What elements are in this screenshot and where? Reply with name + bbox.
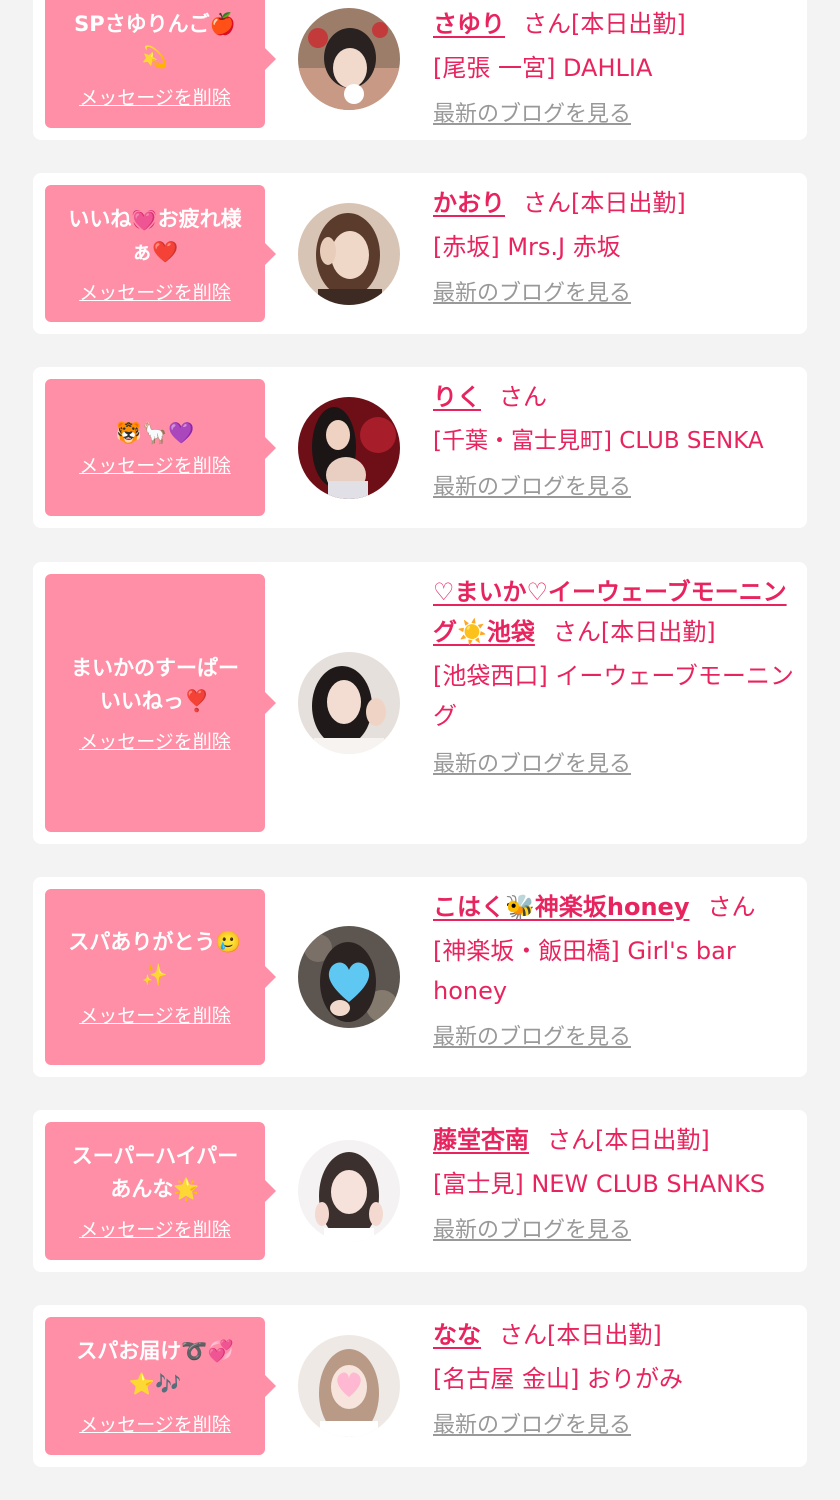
- name-suffix: さん[本日出勤]: [547, 1126, 710, 1154]
- latest-blog-link[interactable]: 最新のブログを見る: [433, 1023, 631, 1053]
- name-suffix: さん[本日出勤]: [499, 1321, 662, 1349]
- name-link[interactable]: なな: [433, 1321, 481, 1349]
- message-line: いいねっ❣️: [99, 689, 211, 713]
- list-item: スパありがとう🥲 ✨ メッセージを削除 こはく🐝神楽坂honey さん [神楽坂・…: [33, 877, 807, 1077]
- message-bubble: スパお届け➰💞 ⭐🎶 メッセージを削除: [45, 1317, 276, 1455]
- name-link[interactable]: りく: [433, 383, 481, 411]
- entry-info: ♡まいか♡イーウェーブモーニング☀️池袋 さん[本日出勤] [池袋西口] イーウェ…: [433, 572, 797, 780]
- name-line: 藤堂杏南 さん[本日出勤]: [433, 1120, 797, 1160]
- message-bubble: 🐯🦙💜 メッセージを削除: [45, 379, 276, 516]
- avatar-photo: [298, 1140, 400, 1242]
- shop-label: [名古屋 金山] おりがみ: [433, 1365, 683, 1393]
- message-text: SPさゆりんご🍎 💫: [74, 8, 236, 74]
- message-line: 🐯🦙💜: [115, 421, 195, 445]
- name-line: かおり さん[本日出勤]: [433, 183, 797, 223]
- list-item: スパお届け➰💞 ⭐🎶 メッセージを削除 なな さん[本日出勤] [名古屋 金山] …: [33, 1305, 807, 1467]
- message-line: ✨: [141, 963, 169, 987]
- avatar[interactable]: [298, 8, 400, 110]
- message-text: まいかのすーぱー いいねっ❣️: [71, 652, 239, 718]
- entry-info: かおり さん[本日出勤] [赤坂] Mrs.J 赤坂 最新のブログを見る: [433, 183, 797, 309]
- latest-blog-link[interactable]: 最新のブログを見る: [433, 473, 631, 503]
- message-text: いいね💓お疲れ様 ぁ❤️: [68, 203, 241, 269]
- name-line: さゆり さん[本日出勤]: [433, 4, 797, 44]
- name-link[interactable]: 藤堂杏南: [433, 1126, 529, 1154]
- name-line: りく さん: [433, 377, 797, 417]
- entry-info: こはく🐝神楽坂honey さん [神楽坂・飯田橋] Girl's bar hone…: [433, 887, 797, 1053]
- delete-message-link[interactable]: メッセージを削除: [79, 1413, 231, 1437]
- message-text: スーパーハイパー あんな🌟: [72, 1140, 239, 1206]
- name-link[interactable]: こはく🐝神楽坂honey: [433, 893, 689, 921]
- avatar-photo: [298, 202, 400, 305]
- avatar[interactable]: [298, 396, 400, 499]
- message-line: いいね💓お疲れ様: [68, 206, 242, 231]
- latest-blog-link[interactable]: 最新のブログを見る: [433, 100, 631, 130]
- avatar[interactable]: [298, 202, 400, 305]
- message-line: 💫: [141, 45, 169, 69]
- message-line: スーパーハイパー: [71, 1144, 239, 1168]
- message-bubble: スーパーハイパー あんな🌟 メッセージを削除: [45, 1122, 276, 1260]
- latest-blog-link[interactable]: 最新のブログを見る: [433, 1216, 631, 1246]
- message-text: スパありがとう🥲 ✨: [68, 926, 241, 992]
- delete-message-link[interactable]: メッセージを削除: [79, 86, 231, 110]
- entry-info: りく さん [千葉・富士見町] CLUB SENKA 最新のブログを見る: [433, 377, 797, 503]
- avatar[interactable]: [298, 1335, 400, 1437]
- name-link[interactable]: かおり: [433, 189, 505, 217]
- message-line: SPさゆりんご🍎: [74, 12, 236, 36]
- name-suffix: さん: [499, 383, 547, 411]
- message-bubble: いいね💓お疲れ様 ぁ❤️ メッセージを削除: [45, 185, 276, 322]
- list-item: 🐯🦙💜 メッセージを削除 りく さん [千葉・富士見町] CLUB SENKA 最…: [33, 367, 807, 528]
- avatar[interactable]: [298, 926, 400, 1028]
- entry-info: 藤堂杏南 さん[本日出勤] [富士見] NEW CLUB SHANKS 最新のブロ…: [433, 1120, 797, 1246]
- name-link[interactable]: さゆり: [433, 10, 505, 38]
- latest-blog-link[interactable]: 最新のブログを見る: [433, 750, 631, 780]
- delete-message-link[interactable]: メッセージを削除: [79, 454, 231, 478]
- name-suffix: さん[本日出勤]: [523, 189, 686, 217]
- message-line: ⭐🎶: [128, 1372, 182, 1396]
- shop-label: [富士見] NEW CLUB SHANKS: [433, 1170, 766, 1198]
- name-suffix: さん[本日出勤]: [552, 618, 716, 646]
- name-suffix: さん[本日出勤]: [523, 10, 686, 38]
- entry-info: なな さん[本日出勤] [名古屋 金山] おりがみ 最新のブログを見る: [433, 1315, 797, 1441]
- shop-label: [池袋西口] イーウェーブモーニング: [433, 662, 794, 730]
- list-item: いいね💓お疲れ様 ぁ❤️ メッセージを削除 かおり さん[本日出勤] [赤坂] M…: [33, 173, 807, 334]
- delete-message-link[interactable]: メッセージを削除: [79, 1218, 231, 1242]
- message-line: スパありがとう🥲: [68, 930, 242, 954]
- list-item: スーパーハイパー あんな🌟 メッセージを削除 藤堂杏南 さん[本日出勤] [富士見…: [33, 1110, 807, 1272]
- avatar-photo: [298, 396, 400, 499]
- avatar-photo: [298, 926, 400, 1028]
- message-bubble: SPさゆりんご🍎 💫 メッセージを削除: [45, 0, 276, 128]
- list-item: SPさゆりんご🍎 💫 メッセージを削除 さゆり さん[本日出勤] [尾張 一宮] …: [33, 0, 807, 140]
- entry-info: さゆり さん[本日出勤] [尾張 一宮] DAHLIA 最新のブログを見る: [433, 4, 797, 130]
- shop-label: [赤坂] Mrs.J 赤坂: [433, 233, 621, 261]
- delete-message-link[interactable]: メッセージを削除: [79, 1004, 231, 1028]
- message-bubble: まいかのすーぱー いいねっ❣️ メッセージを削除: [45, 574, 276, 832]
- name-suffix: さん: [707, 893, 756, 921]
- shop-label: [尾張 一宮] DAHLIA: [433, 54, 653, 82]
- avatar[interactable]: [298, 1140, 400, 1242]
- latest-blog-link[interactable]: 最新のブログを見る: [433, 279, 631, 309]
- latest-blog-link[interactable]: 最新のブログを見る: [433, 1411, 631, 1441]
- name-line: なな さん[本日出勤]: [433, 1315, 797, 1355]
- delete-message-link[interactable]: メッセージを削除: [79, 730, 231, 754]
- message-list: SPさゆりんご🍎 💫 メッセージを削除 さゆり さん[本日出勤] [尾張 一宮] …: [0, 0, 840, 1500]
- name-line: こはく🐝神楽坂honey さん: [433, 887, 797, 927]
- delete-message-link[interactable]: メッセージを削除: [79, 281, 231, 305]
- message-line: スパお届け➰💞: [76, 1339, 234, 1363]
- message-line: まいかのすーぱー: [71, 656, 239, 680]
- name-line: ♡まいか♡イーウェーブモーニング☀️池袋 さん[本日出勤]: [433, 572, 797, 652]
- avatar-photo: [298, 8, 400, 110]
- shop-label: [千葉・富士見町] CLUB SENKA: [433, 428, 764, 454]
- message-bubble: スパありがとう🥲 ✨ メッセージを削除: [45, 889, 276, 1065]
- message-text: 🐯🦙💜: [116, 417, 194, 450]
- message-line: ぁ❤️: [131, 239, 179, 264]
- list-item: まいかのすーぱー いいねっ❣️ メッセージを削除 ♡まいか♡イーウェーブモーニン…: [33, 562, 807, 844]
- avatar-photo: [298, 652, 400, 754]
- avatar-photo: [298, 1335, 400, 1437]
- message-line: あんな🌟: [110, 1177, 200, 1201]
- message-text: スパお届け➰💞 ⭐🎶: [76, 1335, 233, 1401]
- shop-label: [神楽坂・飯田橋] Girl's bar honey: [433, 937, 736, 1005]
- avatar[interactable]: [298, 652, 400, 754]
